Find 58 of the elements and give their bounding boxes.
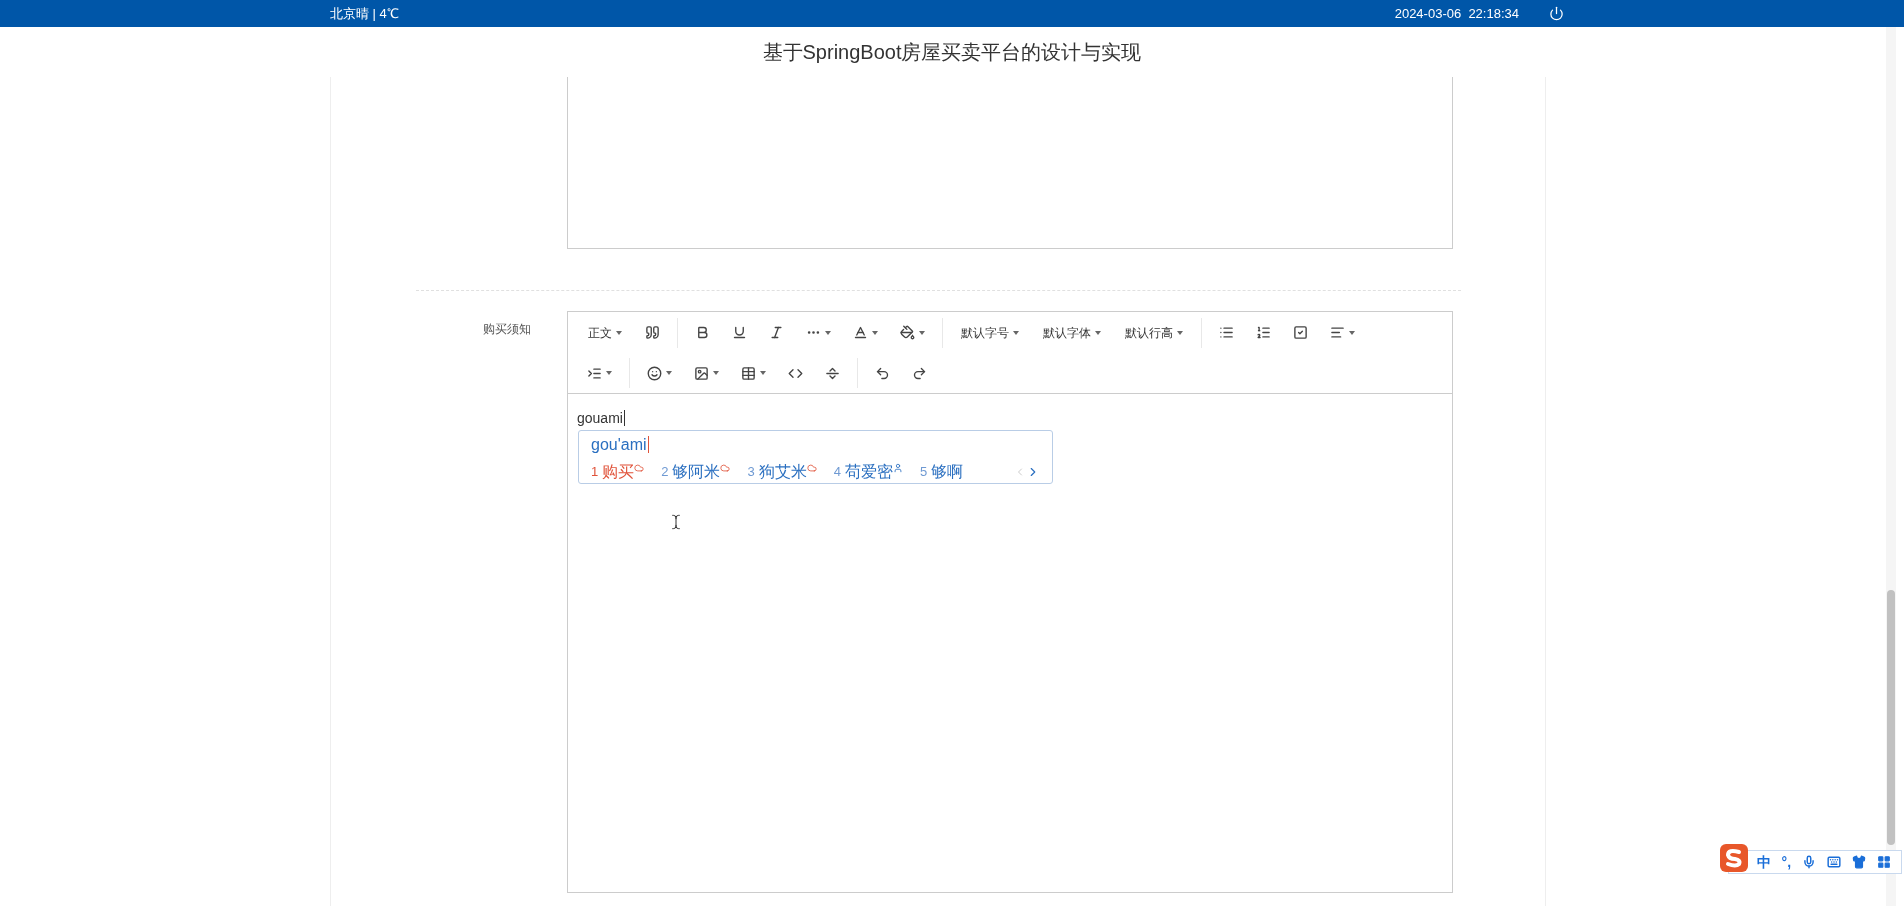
checkbox-icon: [1293, 325, 1308, 340]
cloud-icon: [720, 463, 731, 473]
toolbar-dropdown[interactable]: 正文: [576, 317, 634, 348]
grid-icon[interactable]: [1877, 855, 1892, 869]
italic-icon: [769, 325, 784, 340]
ime-candidate[interactable]: 3 狗艾米: [747, 460, 817, 484]
caret-icon: [872, 330, 878, 335]
caret-icon: [713, 371, 719, 375]
power-icon: [1549, 6, 1564, 21]
caret-icon: [919, 330, 925, 335]
toolbar-dropdown[interactable]: 默认行高: [1113, 317, 1195, 348]
font-color-icon: [853, 325, 868, 340]
background-color-icon: [900, 325, 915, 340]
toolbar-dropdown[interactable]: 默认字体: [1031, 317, 1113, 348]
ime-candidate[interactable]: 1 购买: [591, 460, 645, 484]
caret-icon: [1013, 330, 1019, 335]
divider-icon: [825, 365, 840, 381]
caret-icon: [1349, 330, 1355, 335]
indent-icon: [587, 365, 602, 381]
emoji-icon: [647, 365, 662, 381]
caret-icon: [606, 371, 612, 375]
ime-punctuation[interactable]: °,: [1781, 851, 1792, 873]
ime-candidate[interactable]: 4 苟爱密: [833, 460, 903, 484]
datetime-text: 2024-03-06 22:18:34: [1394, 4, 1519, 23]
page-title: 基于SpringBoot房屋买卖平台的设计与实现: [762, 40, 1142, 65]
caret-icon: [760, 371, 766, 375]
caret-icon: [616, 330, 622, 335]
shirt-icon[interactable]: [1852, 855, 1867, 869]
editor-text: gouami: [577, 410, 625, 426]
cloud-icon: [806, 463, 817, 473]
image-icon: [694, 365, 709, 381]
ime-candidate[interactable]: 5 够啊: [919, 460, 964, 484]
caret-icon: [1177, 330, 1183, 335]
ime-mode[interactable]: 中: [1756, 851, 1771, 873]
caret-icon: [825, 330, 831, 335]
table-icon: [741, 365, 756, 381]
power-button[interactable]: [1549, 6, 1564, 21]
caret-icon: [1095, 330, 1101, 335]
underline-icon: [732, 325, 747, 340]
field-label: 购买须知: [483, 321, 531, 338]
bullet-list-icon: [1219, 325, 1234, 340]
scrollbar-thumb[interactable]: [1887, 590, 1895, 845]
cloud-icon: [634, 463, 645, 473]
ime-candidate[interactable]: 2 够阿米: [661, 460, 731, 484]
undo-icon: [875, 365, 890, 381]
align-icon: [1330, 325, 1345, 340]
keyboard-icon[interactable]: [1827, 855, 1842, 869]
redo-icon: [912, 365, 927, 381]
bold-icon: [695, 325, 710, 340]
user-icon: [892, 463, 903, 473]
toolbar-dropdown[interactable]: 默认字号: [949, 317, 1031, 348]
ime-composition: gou'ami: [591, 436, 649, 453]
numbered-list-icon: [1256, 325, 1271, 340]
quote-icon: [645, 325, 660, 340]
ime-logo[interactable]: [1719, 843, 1749, 873]
weather-text: 北京晴 | 4℃: [330, 4, 399, 23]
caret-icon: [666, 371, 672, 375]
microphone-icon[interactable]: [1802, 855, 1817, 869]
